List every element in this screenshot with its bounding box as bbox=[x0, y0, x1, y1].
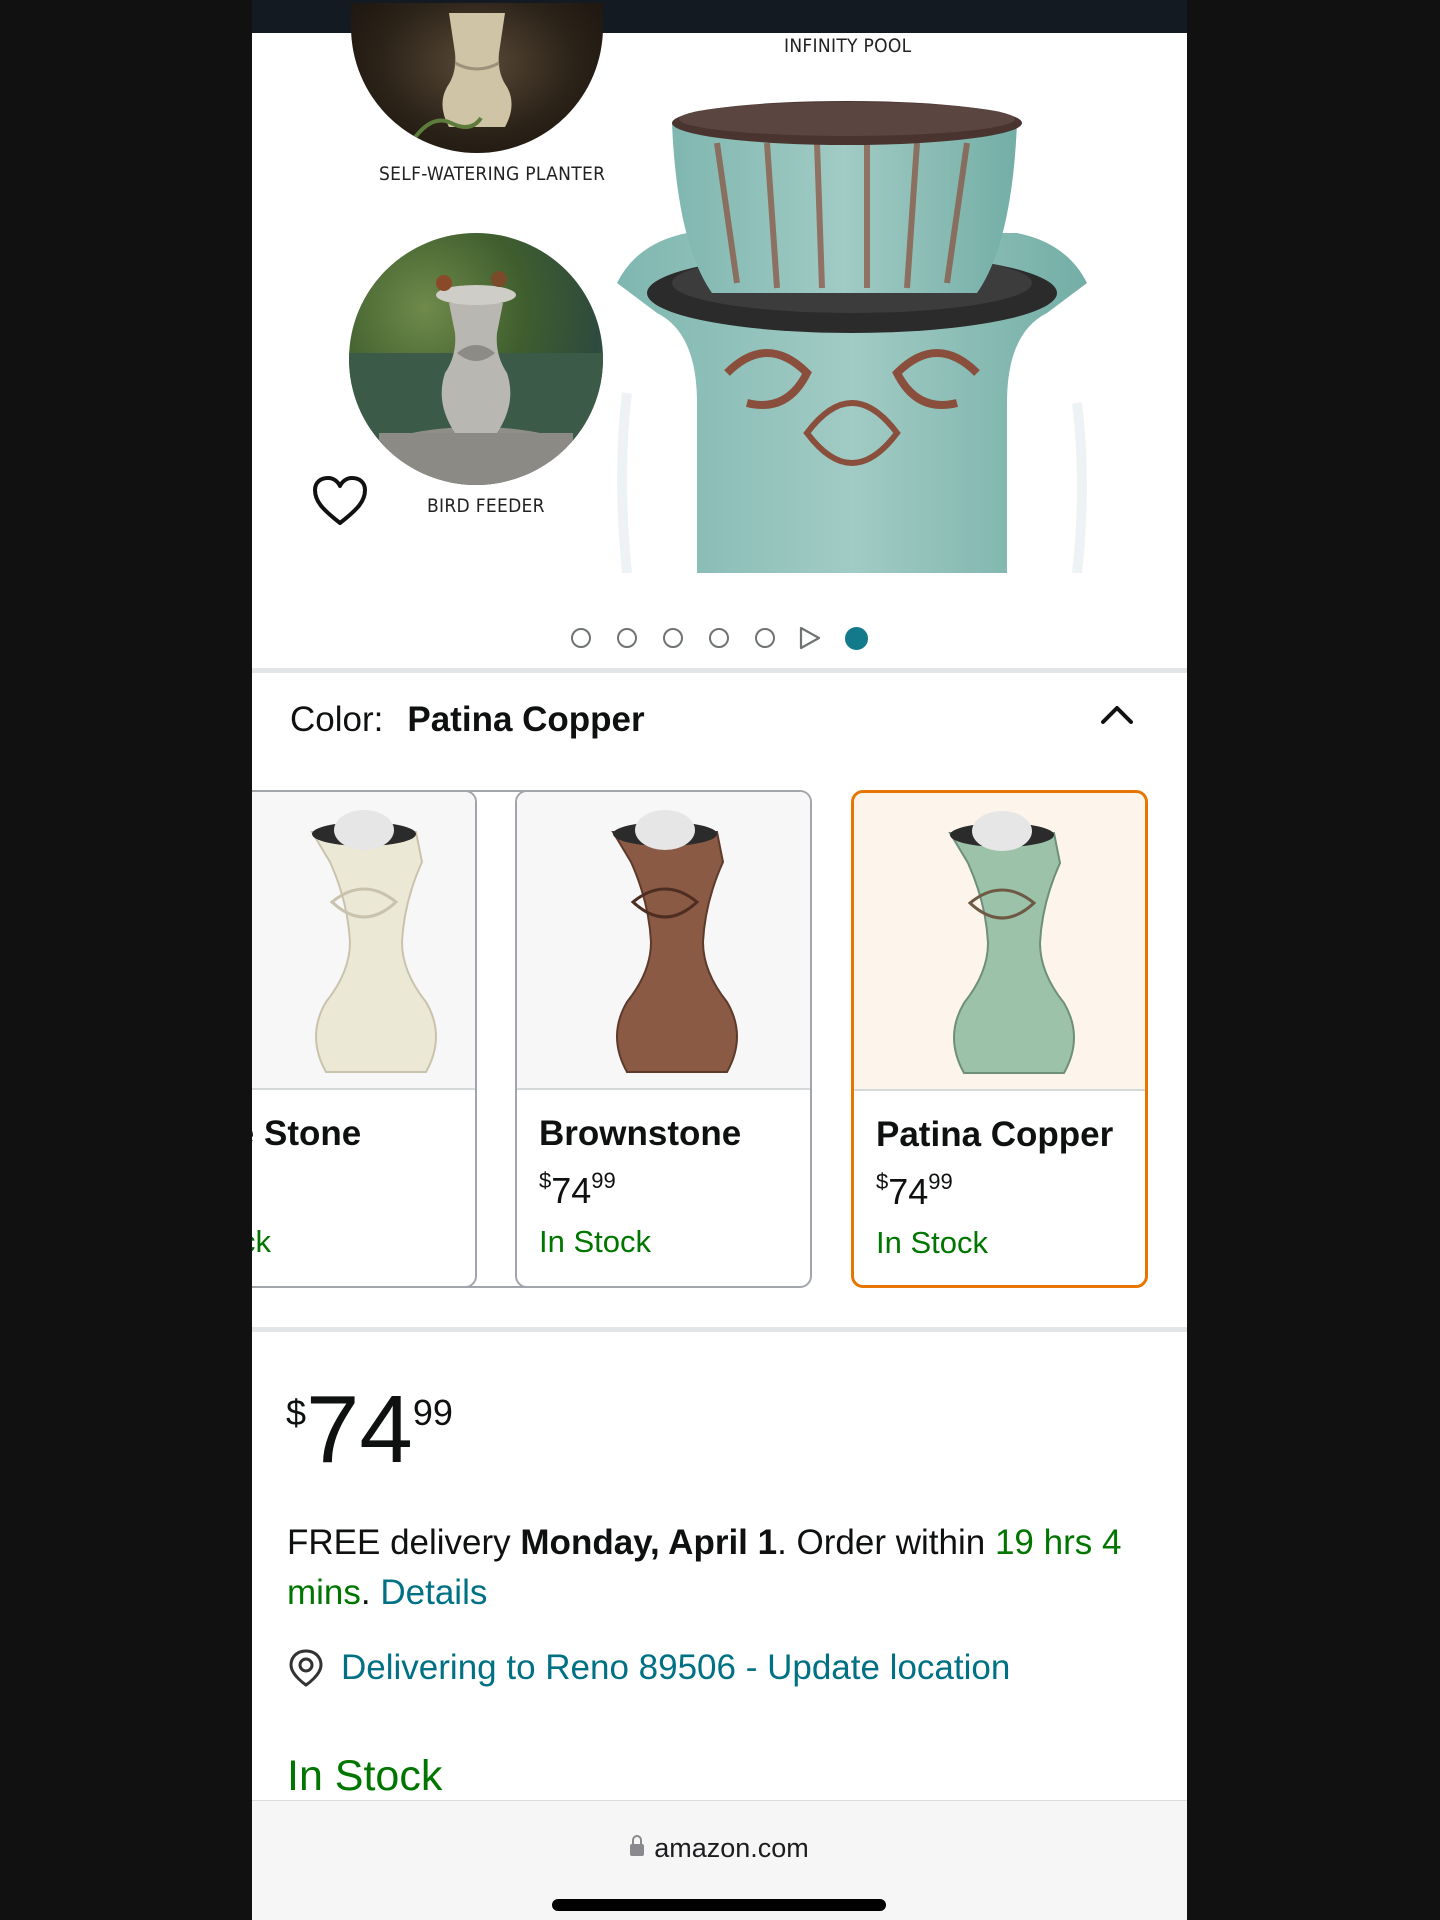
swatch-patina-copper[interactable]: Patina Copper $7499 In Stock bbox=[851, 790, 1148, 1288]
selected-color: Patina Copper bbox=[407, 700, 645, 739]
section-divider bbox=[252, 1327, 1187, 1332]
gallery-dot[interactable] bbox=[663, 628, 683, 648]
product-price: $ 74 99 bbox=[286, 1376, 453, 1483]
gallery-dot-active[interactable] bbox=[845, 626, 868, 650]
swatch-image bbox=[252, 792, 475, 1090]
swatch-brownstone[interactable]: Brownstone $7499 In Stock bbox=[515, 790, 812, 1288]
caption-self-watering: SELF-WATERING PLANTER bbox=[379, 163, 606, 185]
swatch-stock: In Stock bbox=[252, 1224, 271, 1259]
product-image-gallery[interactable]: INFINITY POOL SELF-WATERING PLANTER BIRD… bbox=[252, 3, 1187, 665]
browser-url-bar[interactable]: amazon.com bbox=[252, 1800, 1187, 1920]
lock-icon bbox=[630, 1835, 645, 1856]
gallery-dot[interactable] bbox=[709, 628, 729, 648]
chevron-up-icon[interactable] bbox=[1097, 700, 1137, 730]
fountain-main-image bbox=[607, 73, 1097, 574]
self-watering-planter-image bbox=[351, 3, 603, 153]
swatch-price: $7499 bbox=[539, 1168, 616, 1211]
details-link[interactable]: Details bbox=[380, 1573, 487, 1612]
swatch-stock: In Stock bbox=[539, 1224, 651, 1259]
delivery-info: FREE delivery Monday, April 1. Order wit… bbox=[287, 1523, 1122, 1612]
delivery-date: Monday, April 1 bbox=[520, 1523, 778, 1562]
color-selector-header[interactable]: Color: Patina Copper bbox=[290, 700, 645, 740]
swatch-name: White Stone bbox=[252, 1114, 362, 1153]
section-divider bbox=[252, 668, 1187, 673]
caption-bird-feeder: BIRD FEEDER bbox=[427, 495, 545, 517]
swatch-stock: In Stock bbox=[876, 1225, 988, 1260]
video-play-icon[interactable] bbox=[799, 626, 821, 650]
location-text: Delivering to Reno 89506 - Update locati… bbox=[341, 1648, 1011, 1687]
gallery-pagination[interactable] bbox=[252, 624, 1187, 652]
gallery-dot[interactable] bbox=[755, 628, 775, 648]
bird-feeder-image bbox=[349, 233, 603, 485]
url-display[interactable]: amazon.com bbox=[252, 1833, 1187, 1864]
swatch-white-stone[interactable]: White Stone $7499 In Stock bbox=[252, 790, 477, 1288]
heart-icon[interactable] bbox=[312, 475, 368, 527]
swatch-name: Brownstone bbox=[539, 1114, 742, 1153]
color-label: Color: bbox=[290, 700, 384, 739]
swatch-name: Patina Copper bbox=[876, 1115, 1114, 1154]
location-pin-icon bbox=[289, 1649, 323, 1687]
swatch-price: $7499 bbox=[876, 1169, 953, 1212]
home-indicator[interactable] bbox=[552, 1899, 886, 1911]
swatch-image bbox=[517, 792, 810, 1090]
stock-status: In Stock bbox=[287, 1752, 443, 1800]
gallery-dot[interactable] bbox=[571, 628, 591, 648]
caption-infinity-pool: INFINITY POOL bbox=[784, 35, 912, 57]
update-location-link[interactable]: Delivering to Reno 89506 - Update locati… bbox=[287, 1648, 1010, 1688]
app-screen: INFINITY POOL SELF-WATERING PLANTER BIRD… bbox=[252, 0, 1187, 1920]
gallery-dot[interactable] bbox=[617, 628, 637, 648]
swatch-image bbox=[854, 793, 1145, 1091]
